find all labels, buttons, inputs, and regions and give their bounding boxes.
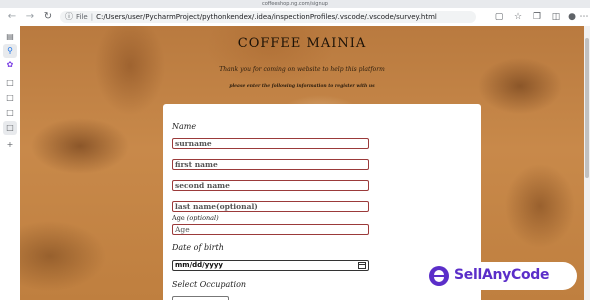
dob-value: mm/dd/yyyy: [175, 261, 223, 269]
reload-icon[interactable]: ↻: [42, 11, 54, 23]
search-icon[interactable]: ⚲: [3, 44, 17, 58]
address-separator: |: [90, 13, 94, 21]
more-icon[interactable]: ⋯: [578, 11, 590, 23]
surname-field[interactable]: surname: [172, 138, 369, 149]
cast-icon[interactable]: ▢: [493, 11, 505, 23]
watermark-text: SellAnyCode: [454, 267, 550, 283]
age-optional-text: (optional): [186, 214, 219, 222]
profile-icon[interactable]: ●: [566, 11, 578, 23]
secondname-field[interactable]: second name: [172, 180, 369, 191]
add-icon[interactable]: +: [3, 138, 17, 152]
vertical-tab-sidebar: ▤ ⚲ ✿ □ □ □ □ +: [0, 26, 21, 300]
age-field[interactable]: Age: [172, 224, 369, 235]
page-icon[interactable]: □: [3, 76, 17, 90]
tagline: Thank you for coming on website to help …: [219, 66, 385, 73]
browser-toolbar: ← → ↻ ⓘ File | C:/Users/user/PycharmProject…: [0, 8, 590, 27]
tab-actions-icon[interactable]: ▤: [3, 30, 17, 44]
firstname-field[interactable]: first name: [172, 159, 369, 170]
page-scrollbar[interactable]: [584, 26, 590, 300]
instruction-text: please enter the following information t…: [229, 84, 375, 89]
back-arrow-icon[interactable]: ←: [6, 11, 18, 23]
file-icon: ⓘ: [65, 12, 73, 21]
sellanycode-watermark: SellAnyCode: [425, 262, 577, 290]
address-chip: File: [76, 13, 88, 21]
age-label-text: Age: [172, 214, 185, 222]
address-path: C:/Users/user/PycharmProject/pythonkende…: [96, 13, 437, 21]
page-content: COFFEE MAINIA Thank you for coming on we…: [20, 26, 584, 300]
site-brand-title: COFFEE MAINIA: [237, 36, 367, 51]
date-of-birth-input[interactable]: mm/dd/yyyy: [172, 260, 369, 271]
occupation-label: Select Occupation: [172, 280, 247, 289]
extensions-icon[interactable]: ❐: [531, 11, 543, 23]
page-icon[interactable]: □: [3, 106, 17, 120]
address-bar[interactable]: ⓘ File | C:/Users/user/PycharmProject/pytho…: [60, 11, 476, 23]
sellanycode-logo-icon: [429, 266, 449, 286]
name-label: Name: [172, 122, 197, 131]
collections-icon[interactable]: ◫: [550, 11, 562, 23]
scrollbar-thumb[interactable]: [585, 38, 589, 178]
browser-title-strip: coffeeshop.ng.com/signup: [0, 0, 590, 8]
calendar-icon[interactable]: [358, 262, 366, 269]
tab-url-text: coffeeshop.ng.com/signup: [262, 1, 328, 7]
copilot-icon[interactable]: ✿: [3, 58, 17, 72]
page-icon[interactable]: □: [3, 91, 17, 105]
occupation-select[interactable]: [172, 296, 229, 300]
lastname-field[interactable]: last name(optional): [172, 201, 369, 212]
page-icon[interactable]: □: [3, 121, 17, 135]
age-label: Age (optional): [172, 214, 219, 222]
forward-arrow-icon[interactable]: →: [24, 11, 36, 23]
star-icon[interactable]: ☆: [512, 11, 524, 23]
dob-label: Date of birth: [172, 243, 224, 252]
